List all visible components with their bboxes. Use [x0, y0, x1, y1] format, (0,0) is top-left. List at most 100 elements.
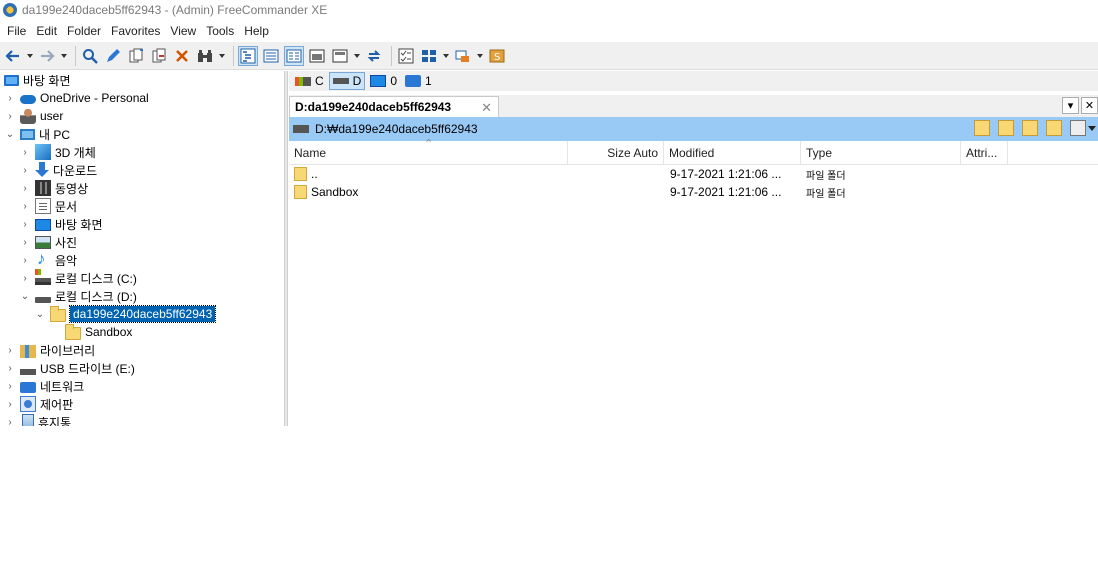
tree-item-network[interactable]: › 네트워크	[4, 377, 84, 395]
menu-file[interactable]: File	[2, 24, 31, 38]
tree-item-desktop-root[interactable]: 바탕 화면	[4, 71, 71, 89]
drive-button-network[interactable]: 1	[402, 72, 435, 90]
favorite-folder-icon[interactable]	[998, 120, 1014, 136]
delete-icon[interactable]	[172, 46, 192, 66]
preview-pane-icon[interactable]	[307, 46, 327, 66]
tree-item-videos[interactable]: › 동영상	[19, 179, 88, 197]
binoculars-dropdown-icon[interactable]	[218, 46, 226, 66]
forward-dropdown-icon[interactable]	[60, 46, 68, 66]
layout-dropdown-icon[interactable]	[353, 46, 361, 66]
close-icon[interactable]: ✕	[481, 100, 492, 116]
document-icon	[35, 198, 51, 214]
grid-view-icon[interactable]	[419, 46, 439, 66]
expand-chevron-icon[interactable]: ›	[4, 344, 16, 356]
pane-splitter[interactable]	[284, 71, 288, 426]
tree-item-drive-c[interactable]: › 로컬 디스크 (C:)	[19, 269, 137, 287]
expand-chevron-icon[interactable]: ›	[4, 380, 16, 392]
tab-menu-dropdown-icon[interactable]: ▾	[1062, 97, 1079, 114]
expand-chevron-icon[interactable]: ›	[19, 182, 31, 194]
checklist-icon[interactable]	[396, 46, 416, 66]
column-type[interactable]: Type	[801, 141, 961, 165]
expand-chevron-icon[interactable]: ›	[4, 110, 16, 122]
tree-item-usb-drive[interactable]: › USB 드라이브 (E:)	[4, 359, 135, 377]
tree-item-desktop[interactable]: › 바탕 화면	[19, 215, 102, 233]
column-attributes[interactable]: Attri...	[961, 141, 1008, 165]
layout-icon[interactable]	[330, 46, 350, 66]
folder-tree-pane: 바탕 화면 › OneDrive - Personal › user ⌄ 내 P…	[0, 71, 284, 426]
tree-item-current-folder[interactable]: ⌄ da199e240daceb5ff62943	[34, 305, 217, 323]
expand-chevron-icon[interactable]: ›	[4, 416, 16, 427]
folder-icon	[294, 185, 307, 199]
tree-item-pictures[interactable]: › 사진	[19, 233, 77, 251]
tree-item-onedrive[interactable]: › OneDrive - Personal	[4, 89, 148, 107]
menu-favorites[interactable]: Favorites	[106, 24, 165, 38]
collapse-chevron-icon[interactable]: ⌄	[4, 128, 16, 140]
tree-item-this-pc[interactable]: ⌄ 내 PC	[4, 125, 70, 143]
expand-chevron-icon[interactable]: ›	[19, 200, 31, 212]
collapse-chevron-icon[interactable]: ⌄	[34, 308, 46, 320]
drive-button-c[interactable]: C	[292, 72, 327, 90]
tree-item-drive-d[interactable]: ⌄ 로컬 디스크 (D:)	[19, 287, 137, 305]
column-size[interactable]: Size Auto	[568, 141, 664, 165]
menu-help[interactable]: Help	[239, 24, 274, 38]
expand-chevron-icon[interactable]: ›	[19, 164, 31, 176]
tree-item-sandbox[interactable]: Sandbox	[65, 323, 132, 341]
back-dropdown-icon[interactable]	[26, 46, 34, 66]
close-tab-icon[interactable]: ✕	[1081, 97, 1098, 114]
column-modified[interactable]: Modified	[664, 141, 801, 165]
expand-chevron-icon[interactable]: ›	[19, 146, 31, 158]
drive-icon	[35, 297, 51, 303]
details-view-icon[interactable]	[261, 46, 281, 66]
search-icon[interactable]	[80, 46, 100, 66]
current-path[interactable]: D:₩da199e240daceb5ff62943	[315, 122, 478, 136]
history-folder-icon[interactable]	[974, 120, 990, 136]
expand-chevron-icon[interactable]: ›	[19, 254, 31, 266]
copy-icon[interactable]	[126, 46, 146, 66]
new-window-icon[interactable]	[453, 46, 473, 66]
menu-view[interactable]: View	[165, 24, 201, 38]
menu-tools[interactable]: Tools	[201, 24, 239, 38]
script-icon[interactable]: S	[487, 46, 507, 66]
drive-button-desktop[interactable]: 0	[367, 72, 400, 90]
menu-folder[interactable]: Folder	[62, 24, 106, 38]
swap-panels-icon[interactable]	[364, 46, 384, 66]
drive-button-d[interactable]: D	[328, 72, 366, 90]
column-name[interactable]: Name	[289, 141, 568, 165]
file-row-parent[interactable]: .. 9-17-2021 1:21:06 ... 파일 폴더	[289, 165, 1098, 183]
expand-chevron-icon[interactable]: ›	[19, 218, 31, 230]
tree-item-3d-objects[interactable]: › 3D 개체	[19, 143, 96, 161]
path-bar[interactable]: D:₩da199e240daceb5ff62943	[289, 117, 1098, 141]
forward-arrow-icon[interactable]	[37, 46, 57, 66]
copy-path-icon[interactable]	[1070, 120, 1086, 136]
parent-folder-icon[interactable]	[1022, 120, 1038, 136]
toolbar-separator	[75, 45, 76, 66]
tree-item-downloads[interactable]: › 다운로드	[19, 161, 97, 179]
tree-item-control-panel[interactable]: › 제어판	[4, 395, 73, 413]
file-row-sandbox[interactable]: Sandbox 9-17-2021 1:21:06 ... 파일 폴더	[289, 183, 1098, 201]
tree-item-recycle-bin[interactable]: › 휴지통	[4, 413, 71, 426]
binoculars-icon[interactable]	[195, 46, 215, 66]
tree-view-icon[interactable]	[238, 45, 258, 66]
tree-item-libraries[interactable]: › 라이브러리	[4, 341, 95, 359]
new-window-dropdown-icon[interactable]	[476, 46, 484, 66]
file-type: 파일 폴더	[806, 188, 846, 200]
expand-chevron-icon[interactable]: ›	[19, 236, 31, 248]
move-icon[interactable]	[149, 46, 169, 66]
expand-chevron-icon[interactable]: ›	[4, 92, 16, 104]
root-folder-icon[interactable]	[1046, 120, 1062, 136]
expand-chevron-icon[interactable]: ›	[4, 398, 16, 410]
folder-icon	[65, 323, 81, 340]
tree-item-user[interactable]: › user	[4, 107, 63, 125]
collapse-chevron-icon[interactable]: ⌄	[19, 290, 31, 302]
path-dropdown-icon[interactable]	[1088, 120, 1096, 136]
menu-edit[interactable]: Edit	[31, 24, 62, 38]
expand-chevron-icon[interactable]: ›	[4, 362, 16, 374]
expand-chevron-icon[interactable]: ›	[19, 272, 31, 284]
rename-pencil-icon[interactable]	[103, 46, 123, 66]
list-view-icon[interactable]	[284, 45, 304, 66]
tree-item-documents[interactable]: › 문서	[19, 197, 77, 215]
back-arrow-icon[interactable]	[3, 46, 23, 66]
grid-view-dropdown-icon[interactable]	[442, 46, 450, 66]
tree-item-music[interactable]: › 음악	[19, 249, 77, 269]
tab-current-folder[interactable]: D:da199e240daceb5ff62943 ✕	[289, 96, 499, 117]
